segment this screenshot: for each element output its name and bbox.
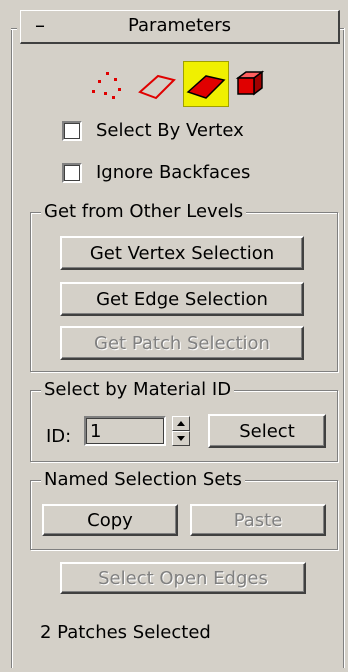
material-id-spinner[interactable] [172, 416, 190, 446]
material-id-input[interactable] [84, 416, 166, 446]
patch-icon[interactable] [183, 61, 229, 107]
panel-frame-left [11, 28, 12, 668]
get-from-other-levels-title: Get from Other Levels [41, 201, 247, 222]
named-selection-sets-title: Named Selection Sets [41, 469, 245, 490]
vertex-icon[interactable] [86, 62, 130, 106]
subobject-level-toolbar [86, 61, 276, 112]
select-by-vertex-label: Select By Vertex [96, 120, 244, 141]
get-patch-selection-button[interactable]: Get Patch Selection [60, 326, 304, 360]
spinner-up-arrow-icon[interactable] [172, 416, 190, 431]
get-vertex-selection-button[interactable]: Get Vertex Selection [60, 236, 304, 270]
panel-frame-tick-left [11, 28, 17, 29]
select-by-vertex-row[interactable]: Select By Vertex [62, 120, 244, 141]
ignore-backfaces-checkbox[interactable] [62, 162, 82, 183]
selection-status-text: 2 Patches Selected [40, 622, 211, 643]
spinner-down-arrow-icon[interactable] [172, 431, 190, 446]
material-id-label: ID: [46, 426, 72, 447]
edge-icon[interactable] [136, 62, 180, 106]
get-edge-selection-button[interactable]: Get Edge Selection [60, 282, 304, 316]
rollout-title: Parameters [127, 15, 232, 36]
paste-button[interactable]: Paste [190, 504, 326, 536]
panel-frame-right [343, 28, 344, 668]
ignore-backfaces-label: Ignore Backfaces [96, 162, 251, 183]
copy-button[interactable]: Copy [42, 504, 178, 536]
select-by-vertex-checkbox[interactable] [62, 120, 82, 141]
select-open-edges-button[interactable]: Select Open Edges [60, 562, 306, 594]
ignore-backfaces-row[interactable]: Ignore Backfaces [62, 162, 250, 183]
parameters-rollout-header[interactable]: – Parameters [20, 10, 340, 44]
select-by-material-id-title: Select by Material ID [41, 379, 235, 400]
select-material-id-button[interactable]: Select [208, 414, 326, 448]
element-icon[interactable] [232, 62, 276, 106]
